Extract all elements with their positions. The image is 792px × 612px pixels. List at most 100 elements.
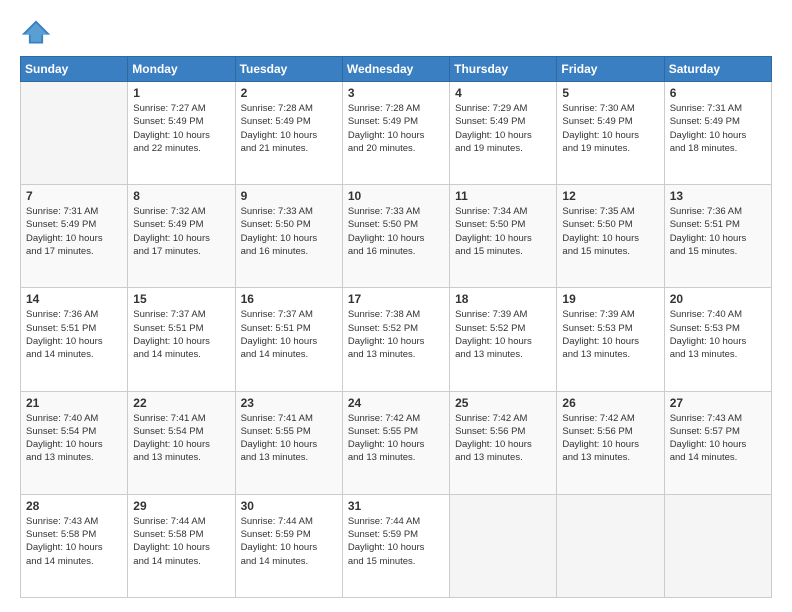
day-number: 31 [348,499,444,513]
calendar-cell: 29 Sunrise: 7:44 AM Sunset: 5:58 PM Dayli… [128,494,235,597]
calendar-cell: 19 Sunrise: 7:39 AM Sunset: 5:53 PM Dayli… [557,288,664,391]
day-number: 27 [670,396,766,410]
logo [20,18,56,46]
day-info: Sunrise: 7:31 AM Sunset: 5:49 PM Dayligh… [670,102,766,155]
calendar-cell: 14 Sunrise: 7:36 AM Sunset: 5:51 PM Dayli… [21,288,128,391]
calendar-cell: 2 Sunrise: 7:28 AM Sunset: 5:49 PM Daylig… [235,82,342,185]
calendar-cell: 5Sunrise: 7:30 AM Sunset: 5:49 PM Daylig… [557,82,664,185]
day-number: 20 [670,292,766,306]
col-header-thursday: Thursday [450,57,557,82]
day-number: 11 [455,189,551,203]
day-number: 1 [133,86,229,100]
page: SundayMondayTuesdayWednesdayThursdayFrid… [0,0,792,612]
day-number: 28 [26,499,122,513]
calendar-cell: 18Sunrise: 7:39 AM Sunset: 5:52 PM Dayli… [450,288,557,391]
day-info: Sunrise: 7:39 AM Sunset: 5:53 PM Dayligh… [562,308,658,361]
day-number: 9 [241,189,337,203]
day-number: 30 [241,499,337,513]
day-number: 21 [26,396,122,410]
day-info: Sunrise: 7:38 AM Sunset: 5:52 PM Dayligh… [348,308,444,361]
calendar-cell: 27 Sunrise: 7:43 AM Sunset: 5:57 PM Dayli… [664,391,771,494]
calendar-cell: 8Sunrise: 7:32 AM Sunset: 5:49 PM Daylig… [128,185,235,288]
calendar-cell: 12 Sunrise: 7:35 AM Sunset: 5:50 PM Dayli… [557,185,664,288]
day-number: 14 [26,292,122,306]
day-info: Sunrise: 7:42 AM Sunset: 5:56 PM Dayligh… [455,412,551,465]
col-header-monday: Monday [128,57,235,82]
day-info: Sunrise: 7:37 AM Sunset: 5:51 PM Dayligh… [241,308,337,361]
day-info: Sunrise: 7:44 AM Sunset: 5:58 PM Dayligh… [133,515,229,568]
calendar-cell: 22Sunrise: 7:41 AM Sunset: 5:54 PM Dayli… [128,391,235,494]
day-info: Sunrise: 7:40 AM Sunset: 5:54 PM Dayligh… [26,412,122,465]
day-number: 17 [348,292,444,306]
day-info: Sunrise: 7:44 AM Sunset: 5:59 PM Dayligh… [241,515,337,568]
calendar-cell: 21 Sunrise: 7:40 AM Sunset: 5:54 PM Dayli… [21,391,128,494]
day-info: Sunrise: 7:35 AM Sunset: 5:50 PM Dayligh… [562,205,658,258]
day-number: 29 [133,499,229,513]
day-info: Sunrise: 7:41 AM Sunset: 5:55 PM Dayligh… [241,412,337,465]
day-info: Sunrise: 7:33 AM Sunset: 5:50 PM Dayligh… [241,205,337,258]
day-info: Sunrise: 7:41 AM Sunset: 5:54 PM Dayligh… [133,412,229,465]
calendar-cell: 16 Sunrise: 7:37 AM Sunset: 5:51 PM Dayli… [235,288,342,391]
calendar-cell: 28 Sunrise: 7:43 AM Sunset: 5:58 PM Dayli… [21,494,128,597]
day-info: Sunrise: 7:42 AM Sunset: 5:55 PM Dayligh… [348,412,444,465]
day-info: Sunrise: 7:34 AM Sunset: 5:50 PM Dayligh… [455,205,551,258]
day-number: 5 [562,86,658,100]
header [20,18,772,46]
calendar-cell: 23 Sunrise: 7:41 AM Sunset: 5:55 PM Dayli… [235,391,342,494]
day-number: 23 [241,396,337,410]
day-number: 2 [241,86,337,100]
day-number: 24 [348,396,444,410]
day-info: Sunrise: 7:28 AM Sunset: 5:49 PM Dayligh… [348,102,444,155]
day-number: 10 [348,189,444,203]
day-info: Sunrise: 7:28 AM Sunset: 5:49 PM Dayligh… [241,102,337,155]
calendar-cell: 1Sunrise: 7:27 AM Sunset: 5:49 PM Daylig… [128,82,235,185]
calendar-cell: 20 Sunrise: 7:40 AM Sunset: 5:53 PM Dayli… [664,288,771,391]
calendar-row-0: 1Sunrise: 7:27 AM Sunset: 5:49 PM Daylig… [21,82,772,185]
col-header-friday: Friday [557,57,664,82]
calendar-header-row: SundayMondayTuesdayWednesdayThursdayFrid… [21,57,772,82]
day-info: Sunrise: 7:39 AM Sunset: 5:52 PM Dayligh… [455,308,551,361]
day-number: 25 [455,396,551,410]
calendar-cell: 30 Sunrise: 7:44 AM Sunset: 5:59 PM Dayli… [235,494,342,597]
day-number: 16 [241,292,337,306]
day-info: Sunrise: 7:29 AM Sunset: 5:49 PM Dayligh… [455,102,551,155]
calendar-cell: 6Sunrise: 7:31 AM Sunset: 5:49 PM Daylig… [664,82,771,185]
col-header-saturday: Saturday [664,57,771,82]
calendar-cell: 13Sunrise: 7:36 AM Sunset: 5:51 PM Dayli… [664,185,771,288]
calendar-cell: 4 Sunrise: 7:29 AM Sunset: 5:49 PM Daylig… [450,82,557,185]
calendar-cell [664,494,771,597]
calendar-cell [21,82,128,185]
calendar-cell: 31 Sunrise: 7:44 AM Sunset: 5:59 PM Dayli… [342,494,449,597]
day-number: 7 [26,189,122,203]
day-number: 26 [562,396,658,410]
calendar-cell [450,494,557,597]
day-number: 13 [670,189,766,203]
calendar-cell: 24 Sunrise: 7:42 AM Sunset: 5:55 PM Dayli… [342,391,449,494]
day-number: 15 [133,292,229,306]
calendar-row-1: 7 Sunrise: 7:31 AM Sunset: 5:49 PM Daylig… [21,185,772,288]
day-info: Sunrise: 7:40 AM Sunset: 5:53 PM Dayligh… [670,308,766,361]
day-info: Sunrise: 7:33 AM Sunset: 5:50 PM Dayligh… [348,205,444,258]
day-info: Sunrise: 7:31 AM Sunset: 5:49 PM Dayligh… [26,205,122,258]
day-number: 4 [455,86,551,100]
calendar-row-4: 28 Sunrise: 7:43 AM Sunset: 5:58 PM Dayli… [21,494,772,597]
calendar-cell: 7 Sunrise: 7:31 AM Sunset: 5:49 PM Daylig… [21,185,128,288]
day-number: 19 [562,292,658,306]
calendar-row-3: 21 Sunrise: 7:40 AM Sunset: 5:54 PM Dayli… [21,391,772,494]
calendar-cell: 15 Sunrise: 7:37 AM Sunset: 5:51 PM Dayli… [128,288,235,391]
col-header-sunday: Sunday [21,57,128,82]
day-info: Sunrise: 7:44 AM Sunset: 5:59 PM Dayligh… [348,515,444,568]
day-info: Sunrise: 7:36 AM Sunset: 5:51 PM Dayligh… [26,308,122,361]
day-info: Sunrise: 7:37 AM Sunset: 5:51 PM Dayligh… [133,308,229,361]
day-info: Sunrise: 7:32 AM Sunset: 5:49 PM Dayligh… [133,205,229,258]
calendar-cell: 25 Sunrise: 7:42 AM Sunset: 5:56 PM Dayli… [450,391,557,494]
calendar-cell: 3 Sunrise: 7:28 AM Sunset: 5:49 PM Daylig… [342,82,449,185]
day-number: 3 [348,86,444,100]
day-number: 12 [562,189,658,203]
day-info: Sunrise: 7:43 AM Sunset: 5:58 PM Dayligh… [26,515,122,568]
calendar-cell: 26Sunrise: 7:42 AM Sunset: 5:56 PM Dayli… [557,391,664,494]
calendar-cell [557,494,664,597]
day-info: Sunrise: 7:43 AM Sunset: 5:57 PM Dayligh… [670,412,766,465]
calendar-row-2: 14 Sunrise: 7:36 AM Sunset: 5:51 PM Dayli… [21,288,772,391]
col-header-wednesday: Wednesday [342,57,449,82]
